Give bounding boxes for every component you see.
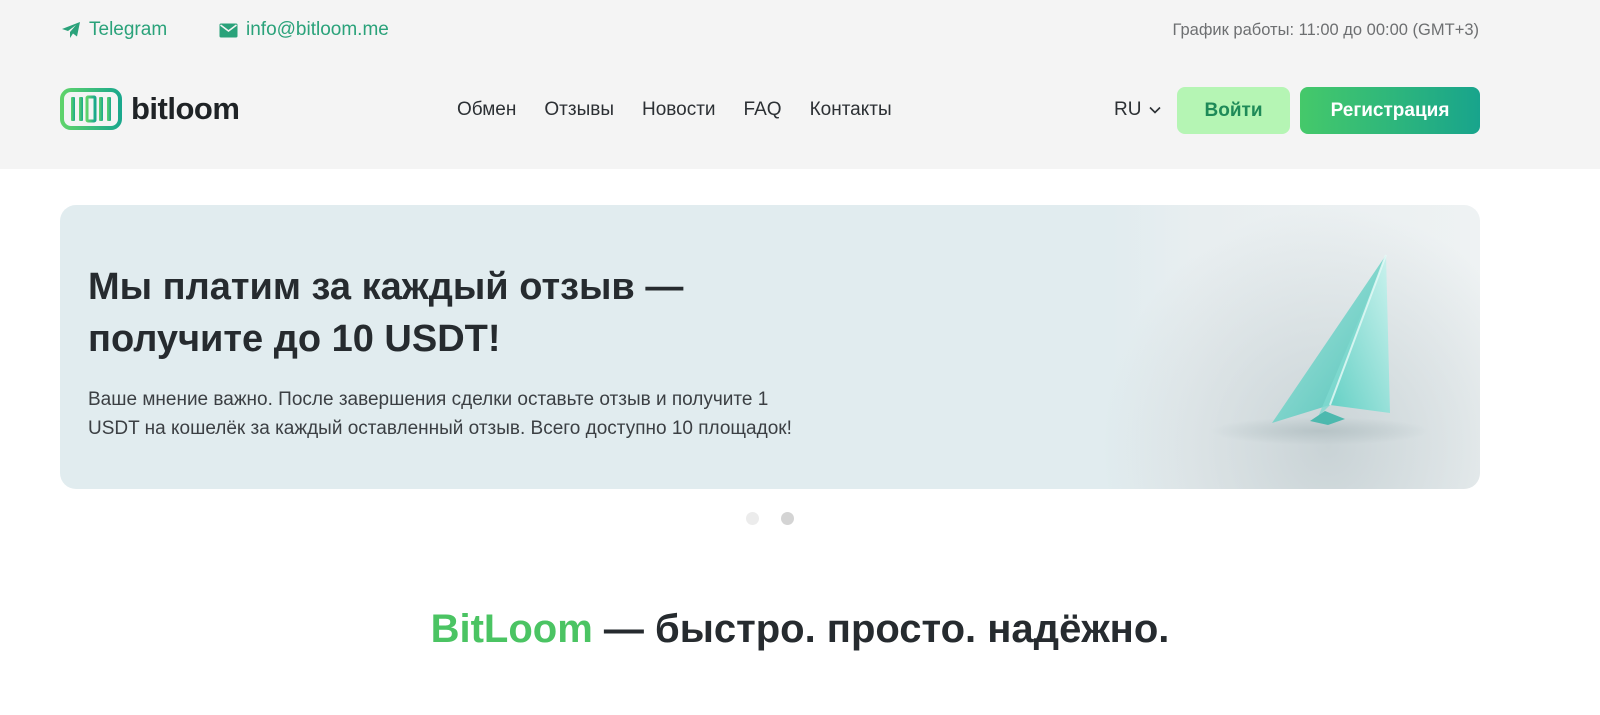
- email-label: info@bitloom.me: [246, 19, 389, 40]
- main-nav: Обмен Отзывы Новости FAQ Контакты: [457, 99, 892, 121]
- slogan-rest: — быстро. просто. надёжно.: [592, 607, 1170, 651]
- work-schedule: График работы: 11:00 до 00:00 (GMT+3): [1172, 21, 1479, 39]
- banner-description: Ваше мнение важно. После завершения сдел…: [88, 385, 818, 443]
- nav-item-reviews[interactable]: Отзывы: [544, 99, 614, 121]
- banner-title-line2: получите до 10 USDT!: [88, 318, 501, 360]
- banner-title-line1: Мы платим за каждый отзыв —: [88, 266, 684, 308]
- logo-text: bitloom: [131, 91, 240, 126]
- email-link[interactable]: info@bitloom.me: [219, 19, 389, 41]
- promo-banner: Мы платим за каждый отзыв — получите до …: [60, 205, 1480, 489]
- carousel-dot-2[interactable]: [781, 512, 794, 525]
- site-header: Telegram info@bitloom.me График работы: …: [0, 0, 1600, 169]
- nav-item-faq[interactable]: FAQ: [744, 99, 782, 121]
- telegram-link[interactable]: Telegram: [61, 19, 167, 41]
- carousel-dot-1[interactable]: [746, 512, 759, 525]
- logo[interactable]: bitloom: [60, 88, 240, 130]
- banner-title: Мы платим за каждый отзыв — получите до …: [88, 261, 768, 365]
- banner-text-line1: Ваше мнение важно. После завершения сдел…: [88, 389, 769, 410]
- envelope-icon: [219, 23, 238, 37]
- register-button[interactable]: Регистрация: [1300, 87, 1480, 134]
- banner-text-line2: USDT на кошелёк за каждый оставленный от…: [88, 418, 792, 439]
- language-selector[interactable]: RU: [1114, 99, 1162, 121]
- glass-paper-plane-image: [1210, 254, 1430, 445]
- login-button[interactable]: Войти: [1177, 87, 1290, 134]
- carousel-dots: [746, 512, 794, 525]
- logo-mark-icon: [60, 88, 122, 130]
- nav-item-contacts[interactable]: Контакты: [810, 99, 892, 121]
- slogan-brand: BitLoom: [430, 607, 593, 651]
- telegram-label: Telegram: [89, 19, 168, 40]
- language-label: RU: [1114, 99, 1142, 120]
- chevron-down-icon: [1149, 106, 1162, 114]
- nav-item-exchange[interactable]: Обмен: [457, 99, 516, 121]
- paper-plane-icon: [62, 22, 80, 38]
- slogan-heading: BitLoom — быстро. просто. надёжно.: [0, 607, 1600, 652]
- nav-item-news[interactable]: Новости: [642, 99, 716, 121]
